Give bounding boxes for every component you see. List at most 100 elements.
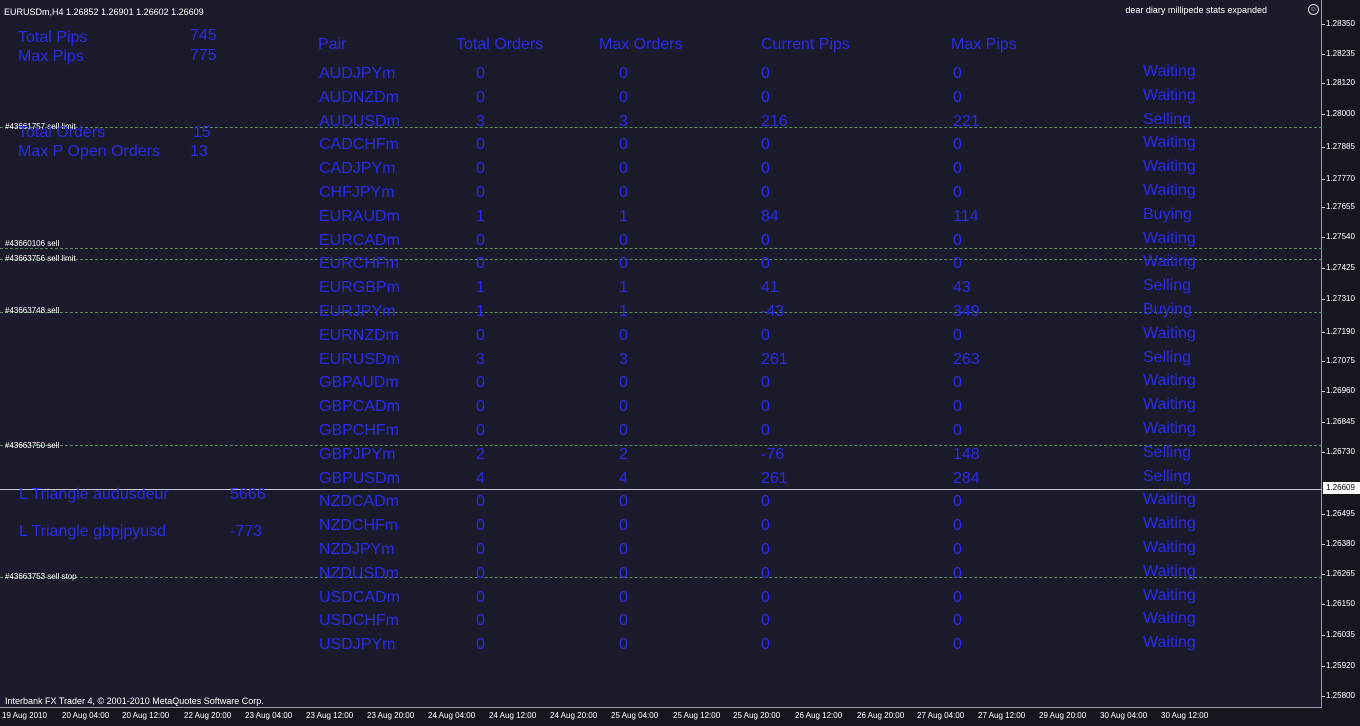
cell-total: 0	[476, 540, 485, 558]
order-line[interactable]	[0, 248, 1322, 249]
cell-max: 3	[619, 112, 628, 130]
status-column: Waiting Waiting Selling Waiting Waiting Waiti…	[1143, 63, 1196, 658]
cell-maxpips: 0	[953, 588, 962, 606]
time-tick: 24 Aug 04:00	[428, 711, 476, 720]
cell-total: 0	[476, 588, 485, 606]
price-tick: 1.26960	[1322, 386, 1355, 395]
pair-column: AUDJPYm AUDNZDm AUDUSDm CADCHFm CADJPYm CHFJP…	[319, 65, 400, 660]
cell-total: 0	[476, 136, 485, 154]
time-tick: 23 Aug 04:00	[245, 711, 293, 720]
cell-maxpips: 43	[953, 279, 971, 297]
cell-status: Waiting	[1143, 181, 1196, 199]
cell-status: Buying	[1143, 300, 1192, 318]
price-tick: 1.26845	[1322, 417, 1355, 426]
cell-pair: USDCADm	[319, 588, 400, 606]
cell-max: 1	[619, 302, 628, 320]
cell-current: 0	[761, 588, 770, 606]
cell-status: Selling	[1143, 443, 1192, 461]
cell-max: 4	[619, 469, 628, 487]
header-pair: Pair	[318, 36, 347, 53]
cell-status: Waiting	[1143, 610, 1196, 628]
price-tick: 1.26150	[1322, 599, 1355, 608]
indicator-name: dear diary millipede stats expanded	[1125, 5, 1267, 15]
cell-current: 0	[761, 160, 770, 178]
chart-area[interactable]: EURUSDm,H4 1.26852 1.26901 1.26602 1.266…	[0, 0, 1322, 708]
smiley-icon[interactable]: ☺	[1308, 4, 1319, 15]
current-pips-column: 0 0 216 0 0 0 84 0 0 41 -43 0 261 0 0 0 -76 261 0 0 0 0 0 0 0	[761, 65, 788, 660]
time-tick: 20 Aug 12:00	[122, 711, 170, 720]
order-line[interactable]	[0, 577, 1322, 578]
price-tick: 1.26265	[1322, 569, 1355, 578]
cell-max: 0	[619, 136, 628, 154]
time-axis[interactable]: 19 Aug 2010 20 Aug 04:00 20 Aug 12:00 22 Au…	[0, 708, 1360, 726]
time-tick: 25 Aug 04:00	[611, 711, 659, 720]
cell-current: 261	[761, 350, 788, 368]
order-label: #43663748 sell	[5, 306, 60, 315]
cell-maxpips: 284	[953, 469, 980, 487]
cell-pair: NZDJPYm	[319, 540, 395, 558]
cell-status: Waiting	[1143, 324, 1196, 342]
price-axis[interactable]: 1.28350 1.28235 1.28120 1.28000 1.27885 1.277…	[1322, 0, 1360, 708]
cell-maxpips: 148	[953, 445, 980, 463]
cell-total: 0	[476, 374, 485, 392]
cell-pair: USDJPYm	[319, 636, 396, 654]
cell-current: 0	[761, 183, 770, 201]
price-tick: 1.27425	[1322, 263, 1355, 272]
price-tick: 1.26495	[1322, 509, 1355, 518]
cell-total: 1	[476, 207, 485, 225]
cell-current: 216	[761, 112, 788, 130]
cell-max: 0	[619, 493, 628, 511]
total-orders-value: 15	[193, 124, 211, 141]
triangle1-label: L Triangle audusdeur	[19, 486, 169, 503]
order-line[interactable]	[0, 259, 1322, 260]
cell-total: 0	[476, 517, 485, 535]
cell-max: 0	[619, 65, 628, 82]
cell-pair: CADCHFm	[319, 136, 399, 154]
cell-max: 0	[619, 183, 628, 201]
price-tick: 1.28235	[1322, 49, 1355, 58]
order-line[interactable]	[0, 445, 1322, 446]
cell-total: 0	[476, 493, 485, 511]
cell-status: Waiting	[1143, 63, 1196, 80]
cell-pair: NZDUSDm	[319, 564, 399, 582]
cell-current: 0	[761, 326, 770, 344]
cell-max: 0	[619, 588, 628, 606]
cell-status: Waiting	[1143, 158, 1196, 176]
cell-maxpips: 0	[953, 65, 962, 82]
order-label: #43663750 sell	[5, 441, 60, 450]
cell-total: 0	[476, 88, 485, 106]
cell-pair: NZDCHFm	[319, 517, 399, 535]
cell-current: 0	[761, 564, 770, 582]
cell-pair: GBPCADm	[319, 398, 400, 416]
cell-maxpips: 0	[953, 421, 962, 439]
cell-status: Buying	[1143, 205, 1192, 223]
cell-maxpips: 0	[953, 255, 962, 273]
price-tick: 1.25800	[1322, 691, 1355, 700]
cell-max: 0	[619, 160, 628, 178]
cell-status: Waiting	[1143, 372, 1196, 390]
cell-current: 0	[761, 88, 770, 106]
total-pips-label: Total Pips	[18, 29, 88, 46]
time-tick: 22 Aug 20:00	[184, 711, 232, 720]
cell-total: 3	[476, 112, 485, 130]
cell-pair: AUDJPYm	[319, 65, 396, 82]
cell-pair: EURCHFm	[319, 255, 399, 273]
price-tick: 1.28000	[1322, 109, 1355, 118]
time-tick: 25 Aug 20:00	[733, 711, 781, 720]
cell-maxpips: 263	[953, 350, 980, 368]
time-tick: 23 Aug 12:00	[306, 711, 354, 720]
cell-maxpips: 0	[953, 88, 962, 106]
price-tick: 1.27540	[1322, 232, 1355, 241]
cell-status: Waiting	[1143, 538, 1196, 556]
total-orders-label: Total Orders	[18, 124, 106, 141]
cell-total: 0	[476, 421, 485, 439]
order-line[interactable]	[0, 312, 1322, 313]
time-tick: 30 Aug 04:00	[1100, 711, 1148, 720]
cell-maxpips: 349	[953, 302, 980, 320]
time-tick: 27 Aug 12:00	[978, 711, 1026, 720]
cell-max: 3	[619, 350, 628, 368]
cell-current: -43	[761, 302, 785, 320]
triangle2-value: -773	[230, 523, 263, 540]
symbol-header: EURUSDm,H4 1.26852 1.26901 1.26602 1.266…	[4, 7, 204, 17]
time-tick: 24 Aug 20:00	[550, 711, 598, 720]
